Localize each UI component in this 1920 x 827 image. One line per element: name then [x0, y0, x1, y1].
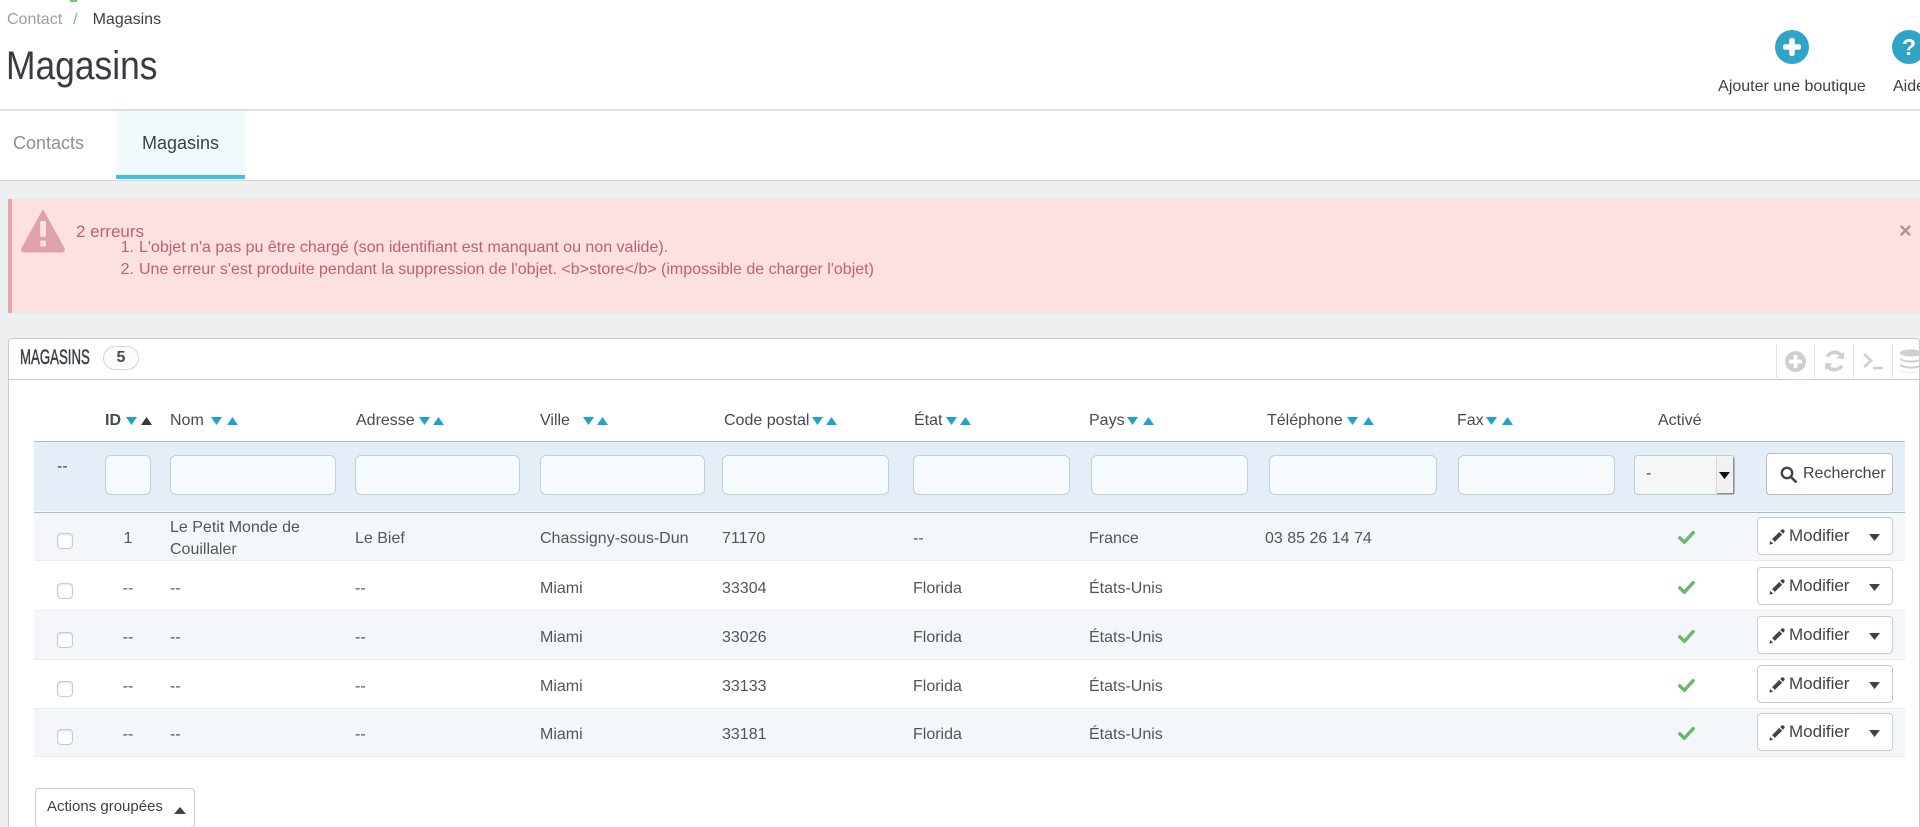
svg-text:?: ?	[1902, 34, 1916, 60]
